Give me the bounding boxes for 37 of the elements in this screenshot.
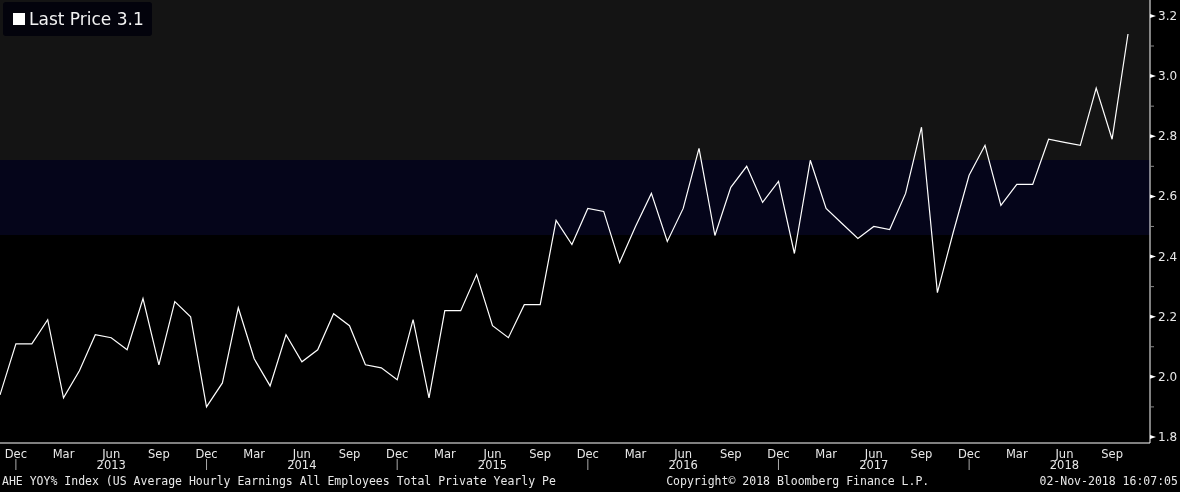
axis-label: Dec bbox=[4, 447, 27, 461]
axis-label: Jun bbox=[674, 447, 693, 461]
axis-label: 2.8 bbox=[1158, 129, 1178, 144]
index-description: AHE YOY% Index (US Average Hourly Earnings All Employees Total Private Yearly Pe bbox=[2, 474, 556, 488]
axis-label: Mar bbox=[243, 447, 266, 461]
legend-marker-icon bbox=[13, 13, 25, 25]
axis-label: 3.2 bbox=[1158, 8, 1178, 23]
axis-label: 2.4 bbox=[1158, 249, 1178, 264]
axis-label: Jun bbox=[102, 447, 121, 461]
axis-label: 3.0 bbox=[1158, 69, 1178, 84]
axis-label: Dec bbox=[958, 447, 981, 461]
axis-label: 1.8 bbox=[1158, 430, 1178, 444]
axis-label: Dec bbox=[576, 447, 599, 461]
axis-label: Jun bbox=[864, 447, 883, 461]
axis-label: 2.2 bbox=[1158, 309, 1178, 324]
axis-label: 2.0 bbox=[1158, 369, 1178, 384]
axis-label: Dec bbox=[195, 447, 218, 461]
axis-label: Sep bbox=[719, 447, 742, 461]
timestamp: 02-Nov-2018 16:07:05 bbox=[1039, 474, 1178, 488]
axis-label: Jun bbox=[1055, 447, 1074, 461]
axis-label: Mar bbox=[1005, 447, 1028, 461]
axis-label: Sep bbox=[148, 447, 170, 461]
axis-label: Sep bbox=[1101, 447, 1123, 461]
axis-label: Jun bbox=[483, 447, 502, 461]
legend-label: Last Price 3.1 bbox=[29, 9, 144, 29]
axis-label: 2.6 bbox=[1158, 189, 1178, 204]
axis-label: Jun bbox=[292, 447, 311, 461]
axis-label: Mar bbox=[52, 447, 75, 461]
axis-label: Mar bbox=[434, 447, 456, 461]
axis-label: Sep bbox=[338, 447, 361, 461]
axis-label: Sep bbox=[910, 447, 933, 461]
copyright-text: Copyright© 2018 Bloomberg Finance L.P. bbox=[666, 474, 930, 488]
axis-label: Dec bbox=[767, 447, 790, 461]
axis-label: Sep bbox=[529, 447, 551, 461]
axis-label: Mar bbox=[815, 447, 837, 461]
axis-label: Dec bbox=[386, 447, 409, 461]
axis-label: Mar bbox=[624, 447, 647, 461]
